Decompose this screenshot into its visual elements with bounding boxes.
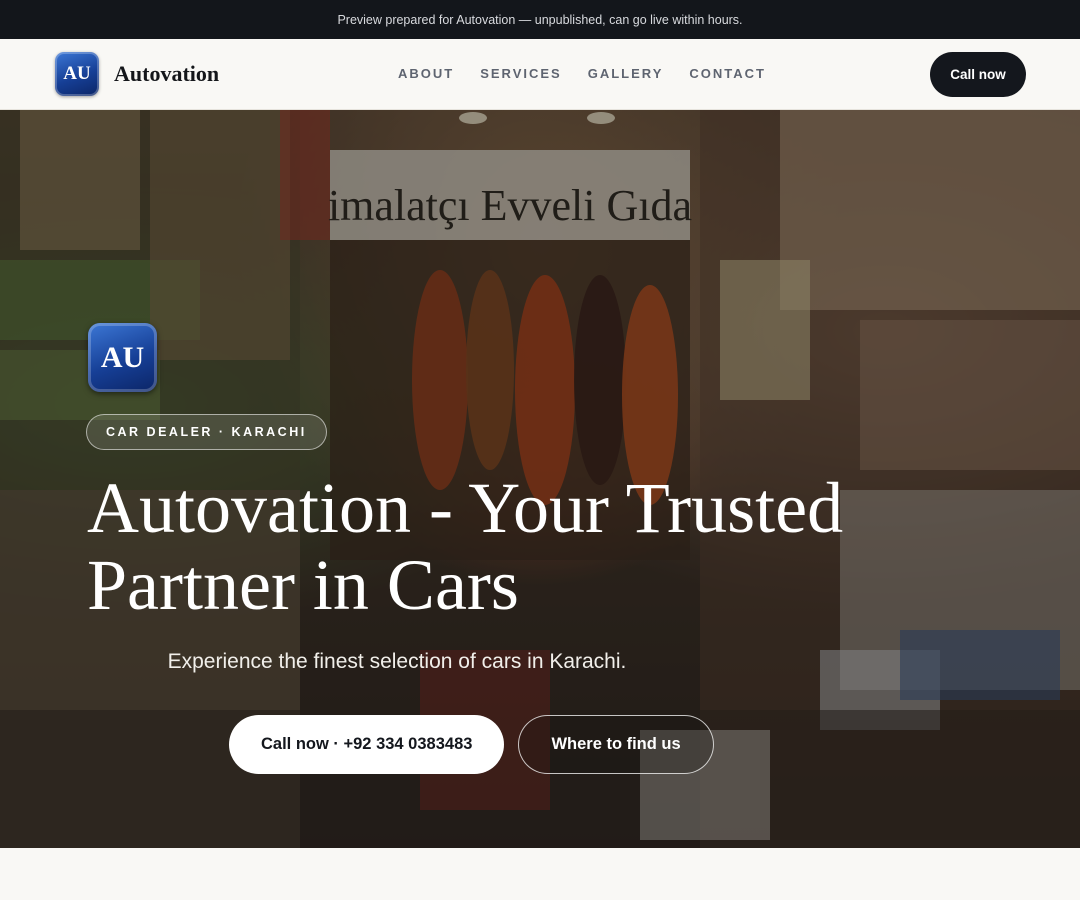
hero-subtitle: Experience the finest selection of cars …: [167, 650, 627, 673]
brand-logo-badge[interactable]: AU: [55, 52, 99, 96]
header-call-now-button[interactable]: Call now: [930, 52, 1026, 97]
hero-call-button[interactable]: Call now · +92 334 0383483: [229, 715, 505, 774]
nav-link-contact[interactable]: CONTACT: [689, 66, 766, 81]
preview-banner: Preview prepared for Autovation — unpubl…: [0, 0, 1080, 39]
hero-cta-group: Call now · +92 334 0383483 Where to find…: [229, 715, 714, 774]
site-header: AU Autovation ABOUT SERVICES GALLERY CON…: [0, 39, 1080, 110]
hero-title: Autovation - Your Trusted Partner in Car…: [87, 468, 844, 625]
preview-banner-text: Preview prepared for Autovation — unpubl…: [337, 12, 743, 27]
hero-find-us-button[interactable]: Where to find us: [518, 715, 714, 774]
brand-name[interactable]: Autovation: [114, 61, 219, 87]
category-location-pill: CAR DEALER · KARACHI: [86, 414, 327, 450]
nav-link-services[interactable]: SERVICES: [480, 66, 562, 81]
nav-link-about[interactable]: ABOUT: [398, 66, 454, 81]
main-nav: ABOUT SERVICES GALLERY CONTACT: [398, 66, 766, 81]
nav-link-gallery[interactable]: GALLERY: [588, 66, 664, 81]
hero-section: imalatçı Evveli Gıda AU CAR DEALER · KAR…: [0, 110, 1080, 848]
hero-logo-badge: AU: [88, 323, 157, 392]
